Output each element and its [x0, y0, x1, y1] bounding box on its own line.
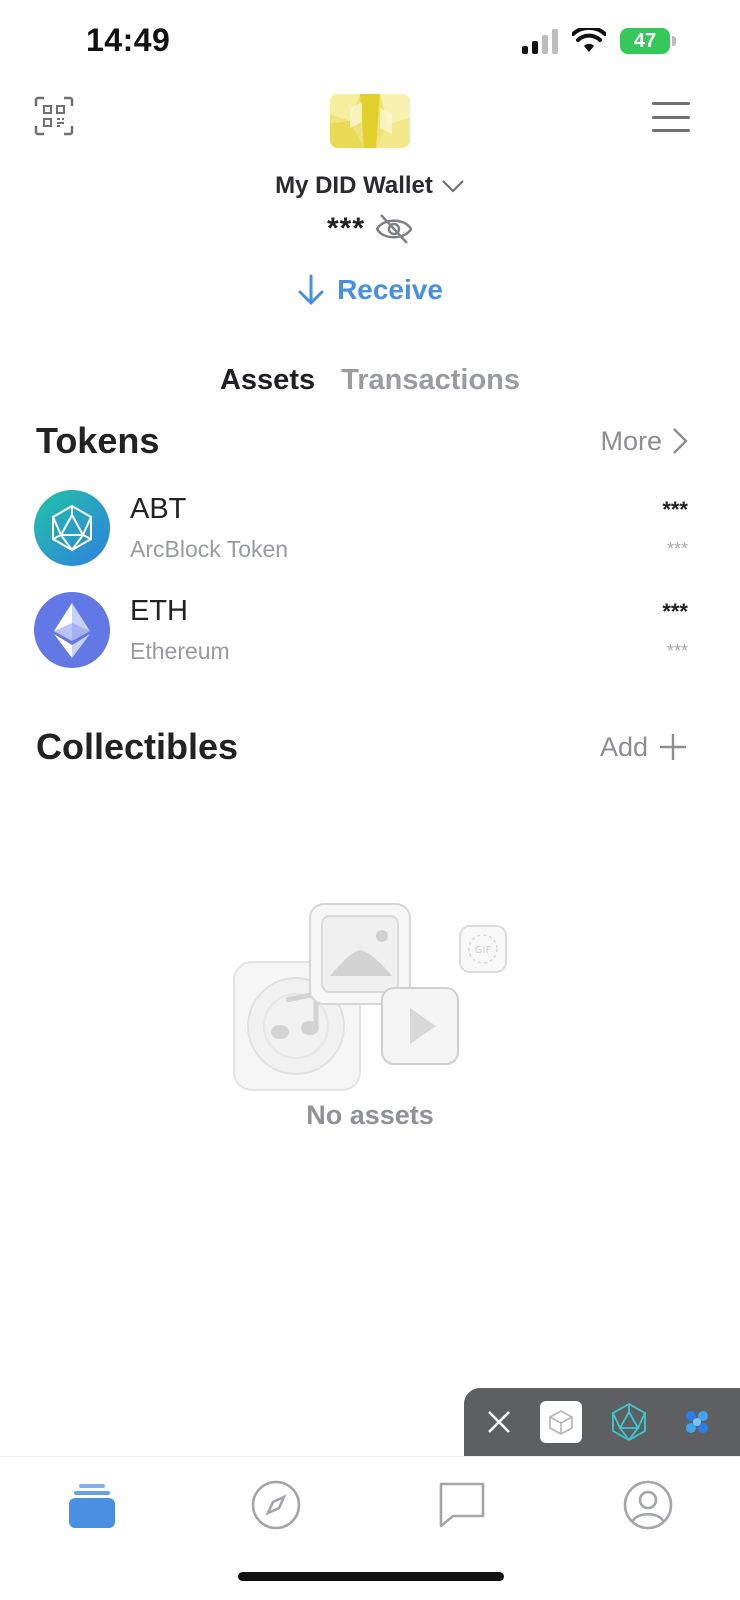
svg-text:GIF: GIF: [475, 945, 492, 956]
tab-assets[interactable]: Assets: [220, 364, 315, 397]
nav-explore[interactable]: [248, 1477, 304, 1533]
battery-level: 47: [633, 29, 657, 52]
qr-scan-button[interactable]: [34, 96, 74, 136]
wallet-selector[interactable]: My DID Wallet: [0, 172, 740, 200]
menu-line: [652, 115, 690, 119]
collectibles-header: Collectibles Add: [36, 726, 688, 768]
wallet-balance: ***: [326, 212, 366, 245]
arcblock-icon: [612, 1402, 646, 1442]
add-label: Add: [599, 731, 648, 762]
dapp-blocklet-button[interactable]: [676, 1401, 718, 1443]
tokens-more-button[interactable]: More: [600, 426, 688, 457]
arrow-down-icon: [298, 274, 324, 306]
home-indicator: [238, 1572, 504, 1581]
chat-bubble-icon: [439, 1482, 485, 1528]
user-profile-icon: [623, 1480, 673, 1530]
compass-icon: [251, 1480, 301, 1530]
nav-wallet[interactable]: [64, 1477, 120, 1533]
nav-messages[interactable]: [434, 1477, 490, 1533]
token-row-eth[interactable]: ETH Ethereum *** ***: [34, 590, 688, 670]
receive-button[interactable]: Receive: [0, 274, 740, 306]
close-icon: [488, 1411, 510, 1433]
token-balance: ***: [662, 598, 688, 624]
token-fiat-value: ***: [666, 538, 688, 559]
arcblock-icon: [34, 490, 110, 566]
close-button[interactable]: [484, 1407, 514, 1437]
chevron-down-icon: [442, 180, 464, 193]
tokens-title: Tokens: [36, 420, 160, 461]
qr-scan-icon: [34, 96, 74, 136]
menu-line: [652, 129, 690, 132]
empty-collectibles-illustration: GIF: [233, 903, 507, 1091]
tab-transactions[interactable]: Transactions: [341, 364, 520, 397]
blocklet-icon: [686, 1411, 708, 1433]
cube-icon: [549, 1410, 573, 1435]
token-row-abt[interactable]: ABT ArcBlock Token *** ***: [34, 488, 688, 568]
menu-line: [652, 102, 690, 105]
ethereum-icon: [34, 592, 110, 668]
chevron-right-icon: [673, 428, 688, 454]
eye-hidden-icon[interactable]: [375, 212, 413, 246]
token-fiat-value: ***: [666, 640, 688, 661]
balance-row: ***: [0, 212, 740, 246]
more-label: More: [600, 425, 662, 456]
battery-icon: 47: [620, 28, 676, 54]
token-symbol: ETH: [130, 595, 188, 627]
token-name: ArcBlock Token: [130, 536, 289, 562]
status-time: 14:49: [86, 22, 171, 58]
wifi-icon: [572, 28, 606, 52]
token-symbol: ABT: [130, 493, 187, 525]
dapp-arcblock-button[interactable]: [608, 1401, 650, 1443]
tokens-header: Tokens More: [36, 420, 688, 462]
collectibles-title: Collectibles: [36, 726, 239, 767]
wallet-stack-icon: [69, 1484, 115, 1528]
menu-button[interactable]: [652, 102, 690, 132]
status-icons: 47: [522, 28, 676, 54]
wallet-avatar-pattern-icon: [330, 94, 410, 148]
token-balance: ***: [662, 496, 688, 522]
dapp-box-button[interactable]: [540, 1401, 582, 1443]
token-name: Ethereum: [130, 638, 230, 664]
recent-dapps-bar: [464, 1388, 740, 1456]
wallet-avatar[interactable]: [330, 94, 410, 148]
receive-label: Receive: [337, 274, 443, 305]
collectibles-add-button[interactable]: Add: [600, 732, 688, 763]
cellular-signal-icon: [522, 28, 558, 54]
plus-icon: [660, 734, 686, 760]
empty-state-text: No assets: [306, 1100, 434, 1130]
asset-tabs: Assets Transactions: [0, 364, 740, 397]
wallet-name: My DID Wallet: [275, 172, 433, 199]
nav-profile[interactable]: [620, 1477, 676, 1533]
